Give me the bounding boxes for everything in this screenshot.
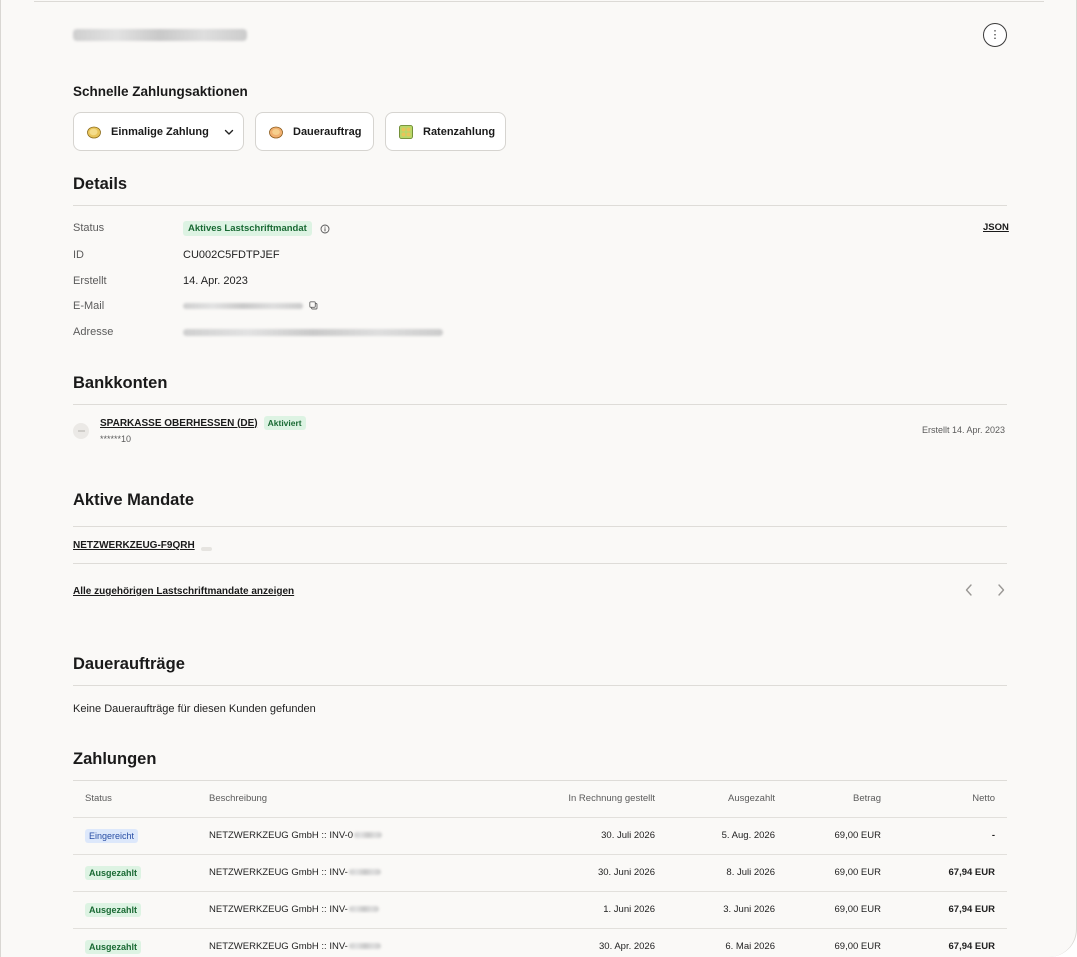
paid-out-date: 8. Juli 2026 (667, 854, 787, 892)
info-icon[interactable] (320, 224, 330, 234)
table-row[interactable]: Ausgezahlt NETZWERKZEUG GmbH :: INV- 1. … (73, 891, 1007, 929)
net-amount: 67,94 EUR (893, 928, 1007, 957)
mandate-reference-link[interactable]: NETZWERKZEUG-F9QRH (73, 540, 195, 551)
id-label: ID (73, 249, 84, 261)
amount: 69,00 EUR (787, 928, 893, 957)
one-time-payment-button[interactable]: Einmalige Zahlung (73, 112, 244, 151)
bank-accounts-divider (73, 404, 1007, 405)
net-amount: - (893, 817, 1007, 855)
next-page-button[interactable] (995, 583, 1007, 602)
chevron-left-icon (963, 584, 975, 601)
invoiced-date: 30. Juli 2026 (467, 817, 667, 855)
invoiced-date: 30. Juni 2026 (467, 854, 667, 892)
mandates-divider-top (73, 526, 1007, 527)
address-label: Adresse (73, 326, 114, 338)
installment-button[interactable]: Ratenzahlung (385, 112, 506, 151)
invoice-number-redacted (348, 943, 381, 950)
email-label: E-Mail (73, 300, 105, 312)
payment-description: NETZWERKZEUG GmbH :: INV-0 (209, 830, 354, 841)
payments-header-row: Status Beschreibung In Rechnung gestellt… (73, 781, 1007, 818)
standing-orders-title: Daueraufträge (73, 655, 185, 673)
more-vertical-icon: ⋮ (989, 28, 1001, 41)
column-net[interactable]: Netto (893, 781, 1007, 818)
standing-order-label: Dauerauftrag (293, 125, 362, 138)
bank-account-name[interactable]: SPARKASSE OBERHESSEN (DE) (100, 418, 258, 429)
customer-detail-page: ⋮ Schnelle Zahlungsaktionen Einmalige Za… (0, 0, 1077, 957)
copy-icon[interactable] (309, 301, 318, 310)
paid-out-date: 6. Mai 2026 (667, 928, 787, 957)
active-mandates-title: Aktive Mandate (73, 491, 195, 509)
created-value: 14. Apr. 2023 (183, 275, 248, 287)
recurring-coin-icon (268, 124, 284, 140)
email-value (183, 301, 318, 310)
amount: 69,00 EUR (787, 854, 893, 892)
payments-table: Status Beschreibung In Rechnung gestellt… (73, 781, 1007, 957)
table-row[interactable]: Ausgezahlt NETZWERKZEUG GmbH :: INV- 30.… (73, 854, 1007, 892)
id-value: CU002C5FDTPJEF (183, 249, 280, 261)
quick-actions-title: Schnelle Zahlungsaktionen (73, 84, 248, 99)
column-status[interactable]: Status (73, 781, 197, 818)
invoice-number-redacted (348, 869, 381, 876)
payment-description: NETZWERKZEUG GmbH :: INV- (209, 941, 348, 952)
details-divider (73, 205, 1007, 206)
status-value: Aktives Lastschriftmandat (183, 221, 330, 236)
chevron-right-icon (995, 584, 1007, 601)
status-badge: Ausgezahlt (85, 939, 142, 954)
column-invoiced[interactable]: In Rechnung gestellt (467, 781, 667, 818)
paid-out-date: 5. Aug. 2026 (667, 817, 787, 855)
payment-description: NETZWERKZEUG GmbH :: INV- (209, 867, 348, 878)
status-label: Status (73, 222, 105, 234)
amount: 69,00 EUR (787, 817, 893, 855)
net-amount: 67,94 EUR (893, 854, 1007, 892)
standing-orders-empty-text: Keine Daueraufträge für diesen Kunden ge… (73, 703, 316, 715)
mandate-badge-redacted (200, 546, 212, 551)
paid-out-date: 3. Juni 2026 (667, 891, 787, 929)
amount: 69,00 EUR (787, 891, 893, 929)
details-title: Details (73, 175, 128, 193)
standing-orders-divider (73, 685, 1007, 686)
standing-order-button[interactable]: Dauerauftrag (255, 112, 374, 151)
invoiced-date: 1. Juni 2026 (467, 891, 667, 929)
email-redacted (183, 302, 303, 309)
status-badge: Eingereicht (85, 828, 139, 843)
invoiced-date: 30. Apr. 2026 (467, 928, 667, 957)
invoice-number-redacted (348, 906, 379, 913)
table-row[interactable]: Ausgezahlt NETZWERKZEUG GmbH :: INV- 30.… (73, 928, 1007, 957)
prev-page-button[interactable] (963, 583, 975, 602)
mandates-divider-bottom (73, 563, 1007, 564)
address-redacted (183, 328, 443, 336)
customer-name-redacted (73, 29, 247, 41)
net-amount: 67,94 EUR (893, 891, 1007, 929)
bank-account-created: Erstellt 14. Apr. 2023 (921, 425, 1005, 435)
bank-account-number: ******10 (100, 434, 132, 444)
created-label: Erstellt (73, 275, 107, 287)
bank-icon (73, 423, 89, 439)
address-value (183, 326, 443, 338)
one-time-payment-label: Einmalige Zahlung (111, 125, 209, 138)
bank-account-row: SPARKASSE OBERHESSEN (DE) Aktiviert (100, 416, 306, 430)
bank-accounts-title: Bankkonten (73, 374, 168, 392)
installment-icon (398, 124, 414, 140)
payment-description: NETZWERKZEUG GmbH :: INV- (209, 904, 348, 915)
installment-label: Ratenzahlung (423, 125, 496, 138)
status-badge: Aktives Lastschriftmandat (183, 221, 312, 236)
invoice-number-redacted (354, 832, 383, 839)
chevron-down-icon[interactable] (223, 126, 235, 138)
bank-account-status-badge: Aktiviert (263, 416, 306, 430)
status-badge: Ausgezahlt (85, 902, 142, 917)
show-all-mandates-link[interactable]: Alle zugehörigen Lastschriftmandate anze… (73, 586, 294, 597)
mandate-row: NETZWERKZEUG-F9QRH (73, 540, 212, 551)
table-row[interactable]: Eingereicht NETZWERKZEUG GmbH :: INV-0 3… (73, 817, 1007, 855)
column-amount[interactable]: Betrag (787, 781, 893, 818)
coin-icon (86, 124, 102, 140)
payments-title: Zahlungen (73, 750, 157, 768)
more-options-button[interactable]: ⋮ (983, 23, 1007, 47)
json-link[interactable]: JSON (983, 222, 1009, 233)
status-badge: Ausgezahlt (85, 865, 142, 880)
top-divider (34, 1, 1044, 2)
column-description[interactable]: Beschreibung (197, 781, 467, 818)
column-paid-out[interactable]: Ausgezahlt (667, 781, 787, 818)
